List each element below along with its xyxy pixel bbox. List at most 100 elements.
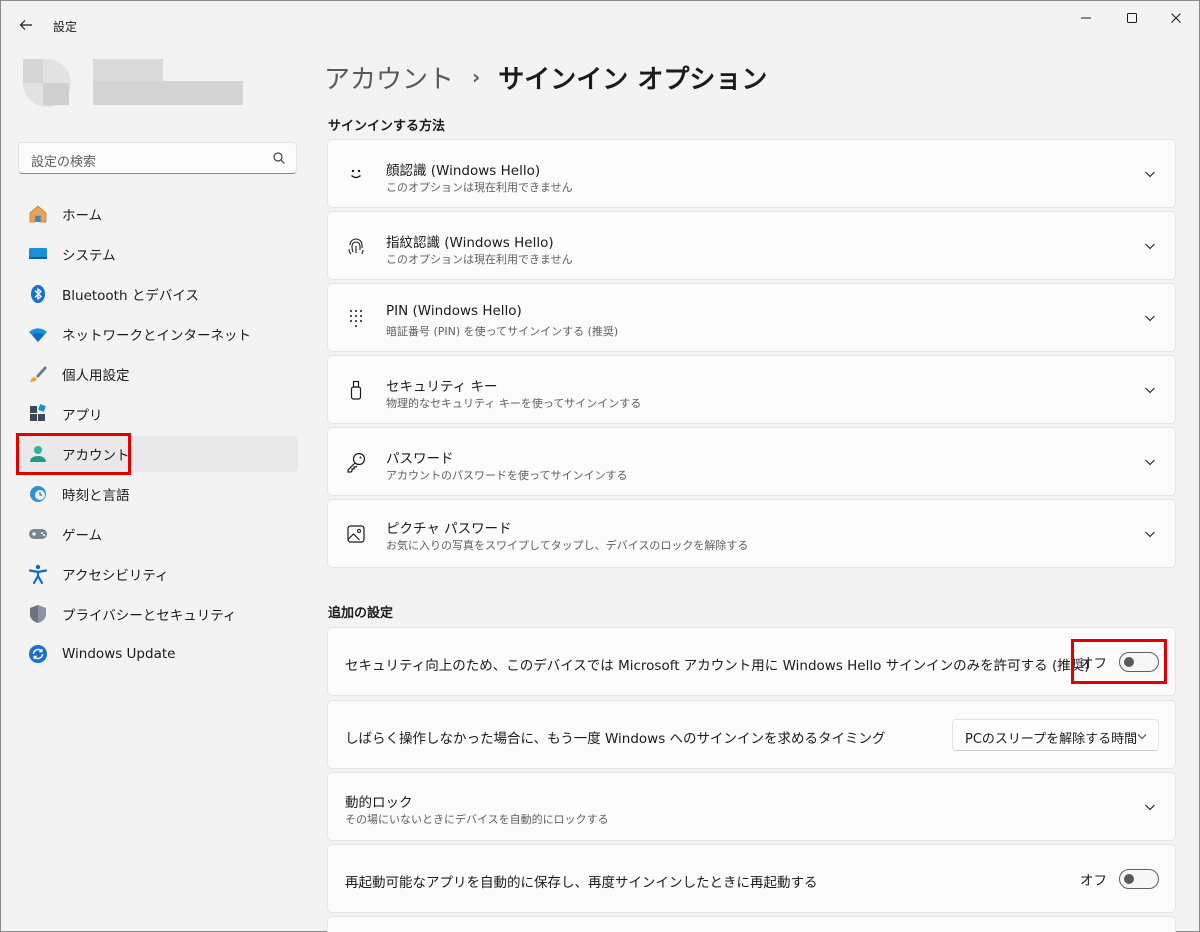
chevron-down-icon	[1143, 527, 1157, 541]
option-title: 指紋認識 (Windows Hello)	[386, 235, 554, 251]
page-title: サインイン オプション	[498, 64, 768, 95]
signin-option-password[interactable]: パスワード アカウントのパスワードを使ってサインインする	[327, 427, 1176, 496]
minimize-button[interactable]	[1063, 1, 1109, 35]
home-icon	[27, 203, 49, 225]
back-button[interactable]	[11, 11, 41, 39]
signin-option-security-key[interactable]: セキュリティ キー 物理的なセキュリティ キーを使ってサインインする	[327, 355, 1176, 424]
sidebar-item-network[interactable]: ネットワークとインターネット	[18, 316, 298, 352]
user-profile-blurred	[23, 59, 253, 119]
toggle-highlight-box	[1071, 639, 1167, 684]
pin-keypad-icon	[345, 307, 367, 329]
option-subtitle: 物理的なセキュリティ キーを使ってサインインする	[386, 397, 642, 410]
option-subtitle: アカウントのパスワードを使ってサインインする	[386, 469, 628, 482]
setting-signin-timeout: しばらく操作しなかった場合に、もう一度 Windows へのサインインを求めるタ…	[327, 700, 1176, 769]
gamepad-icon	[27, 523, 49, 545]
additional-settings-heading: 追加の設定	[328, 606, 394, 621]
signin-option-picture-password[interactable]: ピクチャ パスワード お気に入りの写真をスワイプしてタップし、デバイスのロックを…	[327, 499, 1176, 568]
sidebar-item-bluetooth[interactable]: Bluetooth とデバイス	[18, 276, 298, 312]
sidebar-item-gaming[interactable]: ゲーム	[18, 516, 298, 552]
option-subtitle: このオプションは現在利用できません	[386, 181, 573, 194]
option-title: 顔認識 (Windows Hello)	[386, 163, 541, 179]
setting-dynamic-lock[interactable]: 動的ロック その場にいないときにデバイスを自動的にロックする	[327, 772, 1176, 841]
option-title: セキュリティ キー	[386, 379, 498, 395]
time-language-icon	[27, 483, 49, 505]
setting-title: 動的ロック	[345, 795, 413, 811]
sidebar-item-privacy-security[interactable]: プライバシーとセキュリティ	[18, 596, 298, 632]
sidebar-item-apps[interactable]: アプリ	[18, 396, 298, 432]
apps-icon	[27, 403, 49, 425]
sidebar-item-label: ホーム	[62, 208, 103, 224]
sidebar-item-label: 時刻と言語	[62, 488, 130, 504]
sidebar-item-label: 個人用設定	[62, 368, 130, 384]
bluetooth-icon	[27, 283, 49, 305]
search-placeholder: 設定の検索	[31, 155, 97, 170]
signin-option-fingerprint[interactable]: 指紋認識 (Windows Hello) このオプションは現在利用できません	[327, 211, 1176, 280]
option-subtitle: お気に入りの写真をスワイプしてタップし、デバイスのロックを解除する	[386, 539, 749, 552]
sidebar-item-personalization[interactable]: 個人用設定	[18, 356, 298, 392]
sidebar-item-label: アプリ	[62, 408, 103, 424]
face-icon	[345, 163, 367, 185]
setting-label: しばらく操作しなかった場合に、もう一度 Windows へのサインインを求めるタ…	[345, 731, 886, 747]
close-icon	[1171, 13, 1181, 23]
breadcrumb: アカウント › サインイン オプション	[324, 57, 767, 97]
sidebar-item-label: ネットワークとインターネット	[62, 328, 251, 344]
breadcrumb-parent[interactable]: アカウント	[324, 59, 454, 96]
minimize-icon	[1081, 17, 1091, 19]
search-box[interactable]: 設定の検索	[18, 142, 297, 174]
sidebar-item-label: システム	[62, 248, 116, 264]
chevron-down-icon	[1143, 800, 1157, 814]
option-subtitle: このオプションは現在利用できません	[386, 253, 573, 266]
key-icon	[345, 451, 367, 473]
sidebar-item-label: アクセシビリティ	[62, 568, 169, 584]
maximize-button[interactable]	[1109, 1, 1155, 35]
toggle-state-label: オフ	[1080, 873, 1107, 889]
setting-subtitle: その場にいないときにデバイスを自動的にロックする	[345, 813, 609, 826]
system-icon	[27, 243, 49, 265]
sidebar-item-label: Windows Update	[62, 646, 176, 662]
chevron-down-icon	[1143, 239, 1157, 253]
brush-icon	[27, 363, 49, 385]
chevron-down-icon	[1137, 734, 1147, 740]
option-title: パスワード	[386, 451, 454, 467]
shield-icon	[27, 603, 49, 625]
sidebar-item-windows-update[interactable]: Windows Update	[18, 636, 298, 672]
back-arrow-icon	[19, 20, 32, 30]
setting-partial-next	[327, 916, 1176, 932]
settings-window: 設定 設定の検索 ホーム システム Bluetooth とデバイス ネットワーク…	[0, 0, 1200, 932]
picture-icon	[345, 523, 367, 545]
app-title: 設定	[53, 20, 78, 34]
option-title: PIN (Windows Hello)	[386, 303, 522, 319]
sidebar-item-label: プライバシーとセキュリティ	[62, 608, 237, 624]
chevron-down-icon	[1143, 455, 1157, 469]
sidebar-item-accessibility[interactable]: アクセシビリティ	[18, 556, 298, 592]
chevron-down-icon	[1143, 383, 1157, 397]
search-icon	[273, 152, 285, 164]
signin-option-pin[interactable]: PIN (Windows Hello) 暗証番号 (PIN) を使ってサインイン…	[327, 283, 1176, 352]
toggle-knob	[1124, 874, 1134, 884]
dropdown-value: PCのスリープを解除する時間	[965, 732, 1138, 747]
signin-option-face[interactable]: 顔認識 (Windows Hello) このオプションは現在利用できません	[327, 139, 1176, 208]
chevron-down-icon	[1143, 167, 1157, 181]
signin-methods-heading: サインインする方法	[328, 119, 446, 134]
sidebar-item-home[interactable]: ホーム	[18, 196, 298, 232]
setting-restart-apps: 再起動可能なアプリを自動的に保存し、再度サインインしたときに再起動する オフ	[327, 844, 1176, 913]
sidebar-item-system[interactable]: システム	[18, 236, 298, 272]
sidebar-item-label: ゲーム	[62, 528, 103, 544]
setting-label: 再起動可能なアプリを自動的に保存し、再度サインインしたときに再起動する	[345, 875, 818, 891]
restart-apps-toggle[interactable]	[1119, 869, 1159, 889]
close-button[interactable]	[1153, 1, 1199, 35]
sidebar-item-time-language[interactable]: 時刻と言語	[18, 476, 298, 512]
fingerprint-icon	[345, 235, 367, 257]
accounts-highlight-box	[16, 433, 131, 475]
setting-hello-only: セキュリティ向上のため、このデバイスでは Microsoft アカウント用に W…	[327, 627, 1176, 696]
option-title: ピクチャ パスワード	[386, 521, 512, 537]
timeout-dropdown[interactable]: PCのスリープを解除する時間	[952, 719, 1159, 751]
setting-label: セキュリティ向上のため、このデバイスでは Microsoft アカウント用に W…	[345, 658, 1090, 674]
chevron-down-icon	[1143, 311, 1157, 325]
windows-update-icon	[27, 643, 49, 665]
usb-key-icon	[345, 379, 367, 401]
restart-apps-toggle-group: オフ	[1080, 869, 1159, 889]
accessibility-icon	[27, 563, 49, 585]
wifi-icon	[27, 323, 49, 345]
maximize-icon	[1127, 13, 1137, 23]
